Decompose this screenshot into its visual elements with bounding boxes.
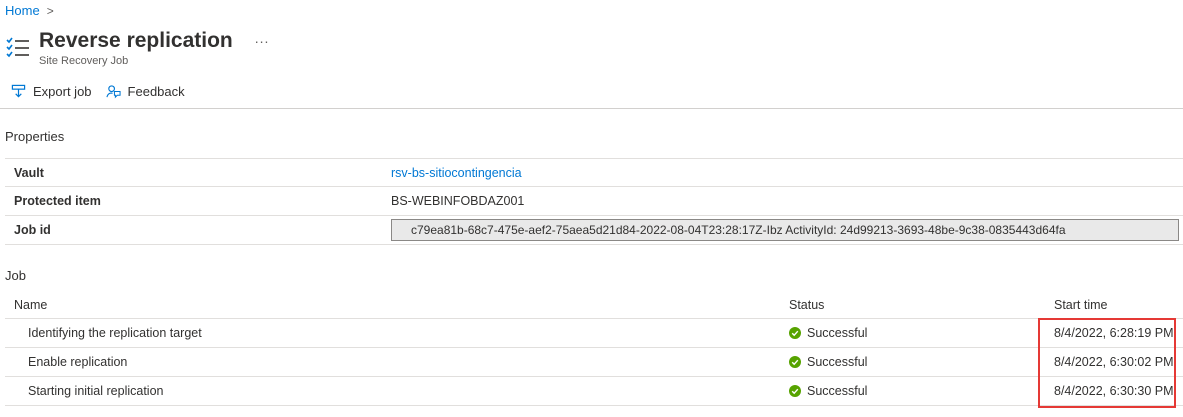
job-heading: Job (5, 268, 26, 283)
step-name: Identifying the replication target (28, 326, 202, 340)
breadcrumb-home-link[interactable]: Home (5, 3, 40, 18)
properties-table: Vault rsv-bs-sitiocontingencia Protected… (5, 158, 1183, 245)
success-check-icon (789, 385, 801, 397)
step-status: Successful (807, 384, 868, 398)
success-check-icon (789, 327, 801, 339)
table-row[interactable]: Identifying the replication target Succe… (5, 319, 1183, 348)
column-header-start-time[interactable]: Start time (1053, 298, 1183, 312)
page-header: Reverse replication ... Site Recovery Jo… (5, 28, 269, 67)
step-name: Enable replication (28, 355, 128, 369)
job-id-field[interactable]: c79ea81b-68c7-475e-aef2-75aea5d21d84-202… (391, 219, 1179, 241)
property-row-vault: Vault rsv-bs-sitiocontingencia (5, 158, 1183, 187)
column-header-status[interactable]: Status (789, 298, 1053, 312)
property-key: Protected item (14, 194, 101, 208)
export-icon (11, 84, 26, 98)
property-value: BS-WEBINFOBDAZ001 (391, 194, 525, 208)
annotation-highlight-box (1038, 318, 1176, 408)
more-options-button[interactable]: ... (255, 30, 270, 46)
properties-heading: Properties (5, 129, 65, 144)
job-steps-table: Name Status Start time Identifying the r… (5, 292, 1183, 406)
feedback-icon (105, 85, 121, 99)
vault-link[interactable]: rsv-bs-sitiocontingencia (391, 166, 522, 180)
step-name: Starting initial replication (28, 384, 164, 398)
export-job-button[interactable]: Export job (11, 84, 92, 99)
table-row[interactable]: Starting initial replication Successful … (5, 377, 1183, 406)
step-status: Successful (807, 326, 868, 340)
feedback-button[interactable]: Feedback (105, 84, 185, 99)
command-bar: Export job Feedback (11, 84, 199, 99)
property-key: Vault (14, 165, 44, 180)
page-subtitle: Site Recovery Job (39, 55, 129, 67)
table-row[interactable]: Enable replication Successful 8/4/2022, … (5, 348, 1183, 377)
breadcrumb: Home > (5, 3, 54, 18)
job-list-icon (6, 37, 29, 58)
step-status: Successful (807, 355, 868, 369)
property-key: Job id (14, 223, 51, 237)
toolbar-divider (0, 108, 1183, 109)
export-job-label: Export job (33, 84, 92, 99)
property-row-job-id: Job id c79ea81b-68c7-475e-aef2-75aea5d21… (5, 216, 1183, 245)
column-header-name[interactable]: Name (5, 298, 789, 312)
page-title: Reverse replication (39, 29, 233, 52)
property-row-protected-item: Protected item BS-WEBINFOBDAZ001 (5, 187, 1183, 216)
feedback-label: Feedback (127, 84, 185, 99)
table-header: Name Status Start time (5, 292, 1183, 319)
success-check-icon (789, 356, 801, 368)
chevron-right-icon: > (46, 3, 54, 18)
